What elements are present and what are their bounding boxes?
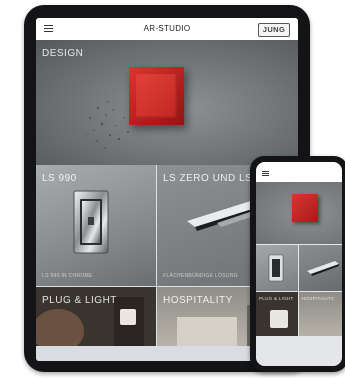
tile-sub-lszero: FLÄCHENBÜNDIGE LÖSUNG xyxy=(163,273,238,279)
tile-ls990[interactable]: LS 990 LS 990 IN CHROME xyxy=(36,165,156,286)
phone-header xyxy=(256,162,342,182)
phone-red-switch xyxy=(292,194,318,222)
phone-tile-design[interactable] xyxy=(256,182,342,244)
tile-label-hospitality: HOSPITALITY xyxy=(163,295,233,306)
phone-tile-ls990[interactable] xyxy=(256,245,298,291)
tile-plug-light[interactable]: PLUG & LIGHT xyxy=(36,287,156,346)
phone-chrome-switch-image xyxy=(268,254,284,282)
phone-tile-lszero[interactable] xyxy=(299,245,342,291)
phone-tile-label-plug-light: PLUG & LIGHT xyxy=(259,296,294,301)
phone-screen: PLUG & LIGHT HOSPITALITY xyxy=(256,162,342,366)
chrome-switch-image xyxy=(73,190,109,254)
tile-design[interactable]: DESIGN xyxy=(36,40,298,165)
phone-hamburger-menu-icon[interactable] xyxy=(262,171,269,177)
phone-device: PLUG & LIGHT HOSPITALITY xyxy=(250,156,345,372)
tile-sub-ls990: LS 990 IN CHROME xyxy=(42,273,93,279)
red-light-switch xyxy=(129,67,184,125)
tile-label-plug-light: PLUG & LIGHT xyxy=(42,295,117,306)
phone-flush-switch-image xyxy=(307,261,339,276)
brand-logo[interactable]: JUNG xyxy=(258,23,290,37)
app-header: AR-STUDIO JUNG xyxy=(36,18,298,41)
switch-rocker xyxy=(136,74,177,118)
phone-tile-hospitality[interactable]: HOSPITALITY xyxy=(299,292,342,336)
tile-label-design: DESIGN xyxy=(42,48,84,59)
phone-footer xyxy=(256,336,342,366)
phone-tile-label-hospitality: HOSPITALITY xyxy=(302,296,335,301)
phone-tile-plug-light[interactable]: PLUG & LIGHT xyxy=(256,292,298,336)
